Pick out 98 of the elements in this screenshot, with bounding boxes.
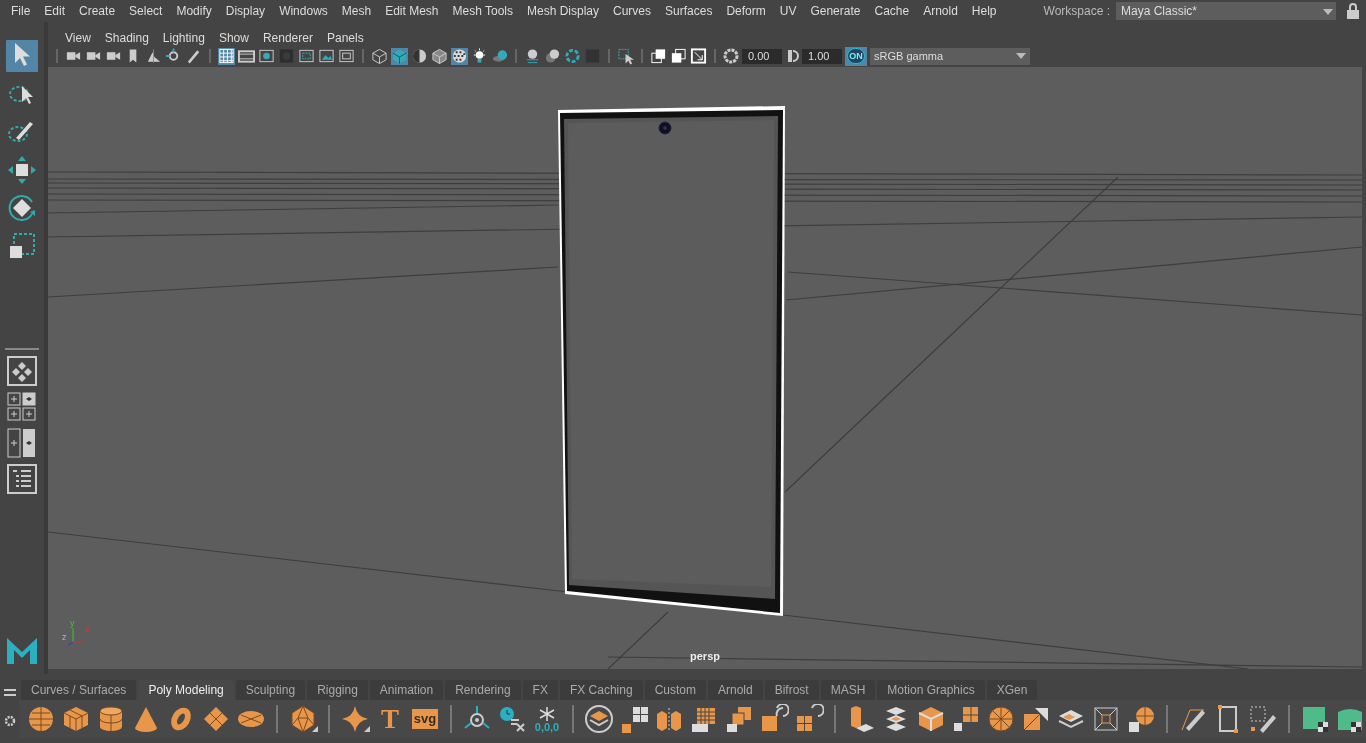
axis-z-label: z <box>62 633 67 642</box>
bevel-cube-icon[interactable] <box>916 704 946 734</box>
shelf-tab[interactable]: MASH <box>820 680 876 700</box>
exposure-field[interactable]: 0.00 <box>742 48 782 64</box>
panel-menu-item[interactable]: Shading <box>97 28 156 47</box>
menu-item[interactable]: Arnold <box>916 2 965 20</box>
phone-model-drawing[interactable] <box>558 106 785 616</box>
tiles-icon[interactable] <box>724 704 754 734</box>
shadow-sphere-icon[interactable] <box>491 47 508 65</box>
expand-view-icon[interactable] <box>690 47 707 65</box>
image-plane-icon[interactable] <box>318 47 335 65</box>
menu-item[interactable]: Edit Mesh <box>378 2 446 20</box>
sphere-icon[interactable] <box>26 704 56 734</box>
clock-icon[interactable] <box>497 704 527 734</box>
panel-menu-item[interactable]: Panels <box>319 28 371 47</box>
ambient-sphere-icon[interactable] <box>524 47 541 65</box>
menu-item[interactable]: Create <box>72 2 123 20</box>
menu-item[interactable]: Surfaces <box>658 2 720 20</box>
maya-logo-icon <box>5 636 39 666</box>
menu-item[interactable]: Display <box>218 2 273 20</box>
shelf-tab[interactable]: XGen <box>986 680 1038 700</box>
menu-item[interactable]: Select <box>122 2 170 20</box>
four-view-layout-icon[interactable] <box>7 392 37 422</box>
aperture-icon <box>723 48 739 64</box>
gamma-field[interactable]: 1.00 <box>802 48 842 64</box>
cube-icon[interactable] <box>61 704 91 734</box>
shaded-cube-icon[interactable] <box>391 47 408 65</box>
menu-item[interactable]: Generate <box>803 2 868 20</box>
select-camera-icon[interactable] <box>617 47 634 65</box>
svg-tool-button[interactable]: svg <box>411 708 439 730</box>
menu-item[interactable]: Cache <box>867 2 917 20</box>
menu-item[interactable]: Windows <box>272 2 335 20</box>
panel-menu-item[interactable]: Lighting <box>155 28 212 47</box>
move-tool-icon[interactable] <box>6 154 38 186</box>
polyhedron-icon[interactable] <box>288 704 318 734</box>
sphere-grid-icon[interactable] <box>1126 704 1156 734</box>
menu-item[interactable]: Edit <box>37 2 73 20</box>
shelf-tab[interactable]: Custom <box>644 680 706 700</box>
menu-item[interactable]: UV <box>772 2 804 20</box>
shelf-tab[interactable]: Bifrost <box>764 680 819 700</box>
panel-menu-item[interactable]: View <box>58 28 98 47</box>
snap-origin-button[interactable]: 0,0,0 <box>531 703 563 735</box>
menu-item[interactable]: Mesh Display <box>520 2 607 20</box>
viewport[interactable]: x y z persp <box>48 67 1362 669</box>
menu-item[interactable]: Mesh <box>334 2 379 20</box>
wheel-icon[interactable] <box>986 704 1016 734</box>
shelf-tab[interactable]: Rigging <box>307 680 368 700</box>
menu-item[interactable]: Modify <box>169 2 219 20</box>
shelf-tab[interactable]: Curves / Surfaces <box>21 680 137 700</box>
caret-icon <box>1320 6 1336 16</box>
lock-icon[interactable] <box>1346 2 1360 20</box>
text-tool-button[interactable]: T <box>374 703 406 735</box>
color-management-toggle[interactable]: ON <box>845 46 867 66</box>
resolution-gate-icon[interactable] <box>258 47 275 65</box>
axis-x-label: x <box>85 625 90 634</box>
isolate-select-icon[interactable] <box>650 47 667 65</box>
camera-name-label: persp <box>690 649 720 662</box>
light-bulb-icon[interactable] <box>471 47 488 65</box>
shelf-tab[interactable]: Sculpting <box>235 680 306 700</box>
shelf-tab[interactable]: Motion Graphics <box>877 680 985 700</box>
outliner-layout-icon[interactable] <box>7 464 37 494</box>
workspace-label: Workspace : <box>1043 3 1110 20</box>
motion-blur-sphere-icon[interactable] <box>544 47 561 65</box>
antialias-ring-icon[interactable] <box>564 47 581 65</box>
grid-icon[interactable] <box>218 47 235 65</box>
menu-item[interactable]: File <box>4 2 38 20</box>
shelf-tab[interactable]: Animation <box>369 680 444 700</box>
rotate-tool-icon[interactable] <box>6 192 38 224</box>
shelf-tab[interactable]: FX Caching <box>559 680 643 700</box>
panel-menu-item[interactable]: Renderer <box>255 28 320 47</box>
view-transform-dropdown[interactable]: sRGB gamma <box>870 47 1030 65</box>
half-shaded-sphere-icon[interactable] <box>411 47 428 65</box>
single-view-layout-icon[interactable] <box>7 356 37 386</box>
axes-icon[interactable] <box>145 47 162 65</box>
gamma-icon <box>785 48 799 64</box>
menu-icon[interactable] <box>3 688 16 697</box>
axis-indicator <box>67 627 85 646</box>
film-gate-icon[interactable] <box>238 47 255 65</box>
wire-on-shaded-icon[interactable] <box>431 47 448 65</box>
workspace-dropdown[interactable]: Maya Classic* <box>1116 2 1336 20</box>
panel-menu-item[interactable]: Show <box>211 28 256 47</box>
shelf-tab[interactable]: Rendering <box>445 680 521 700</box>
xray-checker-icon[interactable] <box>451 47 468 65</box>
shelf-tab[interactable]: Arnold <box>707 680 763 700</box>
menu-item[interactable]: Help <box>964 2 1004 20</box>
settings-icon[interactable] <box>2 714 17 729</box>
edit-points-icon[interactable] <box>1248 704 1278 734</box>
menu-item[interactable]: Curves <box>606 2 659 20</box>
menu-item[interactable]: Mesh Tools <box>445 2 520 20</box>
uv-editor-icon[interactable] <box>1300 704 1330 734</box>
axis-y-label: y <box>70 619 75 628</box>
shelf-tab[interactable]: Poly Modeling <box>138 680 234 700</box>
layers-icon[interactable] <box>584 704 614 734</box>
shelf-tab[interactable]: FX <box>522 680 558 700</box>
wireframe-cube-icon[interactable] <box>371 47 388 65</box>
menu-item[interactable]: Deform <box>719 2 773 20</box>
cylinder-icon[interactable] <box>96 704 126 734</box>
two-view-layout-icon[interactable] <box>7 428 37 458</box>
